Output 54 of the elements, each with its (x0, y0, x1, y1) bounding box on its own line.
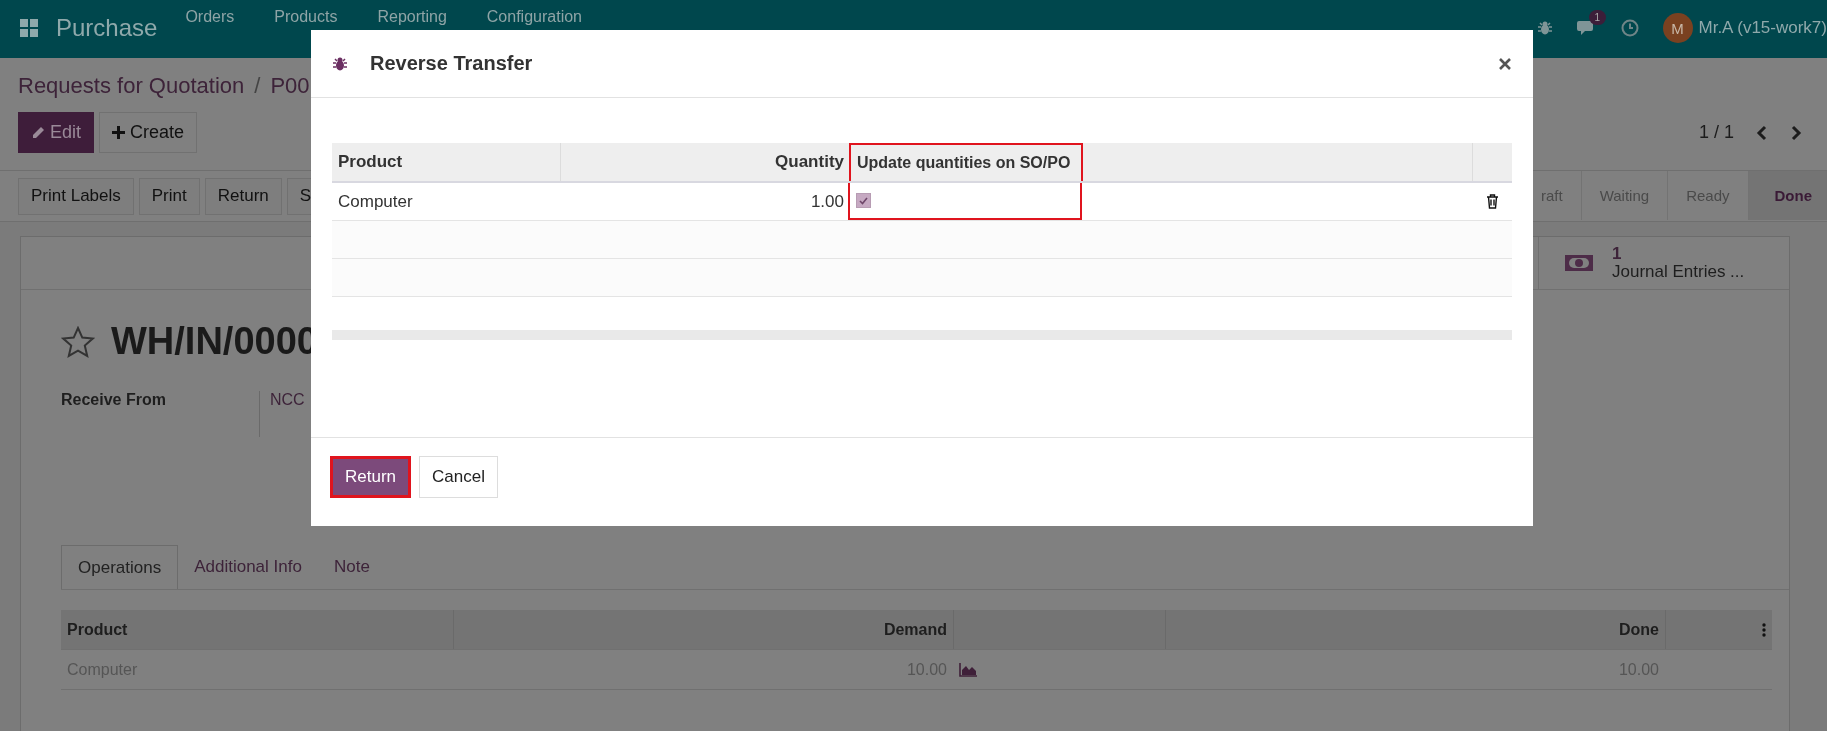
menu-item[interactable]: Reporting (377, 8, 447, 26)
create-button[interactable]: Create (99, 112, 198, 153)
field-label: Receive From (61, 391, 260, 437)
breadcrumb-separator: / (254, 73, 261, 99)
column-header[interactable]: Quantity (775, 143, 844, 181)
area-chart-icon[interactable] (959, 662, 977, 677)
smart-button[interactable]: 1 Journal Entries ... (1538, 237, 1789, 289)
return-button[interactable]: Return (330, 456, 412, 498)
table-cell-text: Computer (337, 190, 414, 213)
kebab-menu-icon[interactable] (1762, 622, 1766, 637)
breadcrumb-current: P00 (270, 73, 310, 99)
action-button[interactable]: Return (204, 177, 282, 215)
status-stage[interactable]: Done (1748, 171, 1827, 220)
pencil-icon (31, 125, 45, 140)
notebook-tab[interactable]: Additional Info (178, 545, 318, 589)
column-header[interactable]: Update quantities on SO/PO (849, 143, 1083, 181)
trash-icon[interactable] (1485, 194, 1499, 209)
menu-item[interactable]: Configuration (486, 8, 582, 26)
apps-grid-icon[interactable] (20, 19, 38, 37)
user-avatar[interactable]: M (1662, 13, 1693, 43)
menu-item[interactable]: Orders (185, 8, 235, 26)
pager-counter: 1 / 1 (1698, 122, 1734, 143)
dialog-title: Reverse Transfer (370, 52, 533, 75)
action-button[interactable]: Print Labels (18, 177, 134, 215)
notification-badge: 1 (1588, 10, 1607, 25)
star-icon[interactable] (61, 325, 95, 358)
smart-count: 1 (1612, 245, 1623, 263)
record-title: WH/IN/0000 (111, 320, 318, 363)
previous-icon[interactable] (1756, 124, 1768, 141)
field-value[interactable]: NCC (260, 391, 305, 437)
column-header[interactable]: Product (61, 610, 453, 649)
clock-icon[interactable] (1620, 19, 1639, 37)
notebook-tab[interactable]: Note (317, 545, 386, 589)
bug-icon (332, 55, 348, 72)
menu-item[interactable]: Products (274, 8, 338, 26)
breadcrumb-link[interactable]: Requests for Quotation (18, 73, 245, 99)
notebook-tab[interactable]: Operations (61, 545, 179, 589)
table-cell-text: 1.00 (809, 190, 845, 213)
banknote-icon (1564, 253, 1594, 273)
app-name[interactable]: Purchase (56, 14, 158, 42)
action-button[interactable]: Print (138, 177, 200, 215)
next-icon[interactable] (1790, 124, 1802, 141)
edit-button[interactable]: Edit (18, 112, 95, 153)
smart-label: Journal Entries ... (1612, 263, 1745, 281)
column-header[interactable]: Demand (453, 610, 953, 649)
close-icon[interactable] (1498, 56, 1512, 71)
plus-icon (112, 126, 126, 139)
column-header[interactable]: Done (1165, 610, 1665, 649)
cancel-button[interactable]: Cancel (419, 456, 498, 498)
checkbox[interactable] (856, 193, 871, 208)
checkmark-icon (859, 196, 868, 205)
column-header[interactable]: Product (338, 143, 403, 181)
bug-icon[interactable] (1536, 20, 1553, 36)
user-name[interactable]: Mr.A (v15-work7) (1698, 18, 1827, 38)
